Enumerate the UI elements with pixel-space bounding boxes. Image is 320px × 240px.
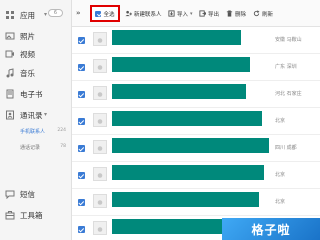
chevron-down-icon: ▾ — [44, 11, 48, 18]
refresh-button[interactable]: 刷新 — [253, 8, 273, 19]
redacted-name — [112, 165, 264, 180]
export-label: 导出 — [208, 11, 220, 18]
row-checkbox[interactable] — [78, 172, 85, 179]
sidebar-subitem-call-log[interactable]: 通话记录 78 — [0, 140, 72, 154]
grid-icon — [5, 10, 15, 20]
sidebar-item-label: 电子书 — [20, 89, 43, 99]
contact-list: 安徽 马鞍山 广东 深圳 河北 石家庄 北京 四川 成都 北京 北京 — [72, 27, 320, 240]
sidebar-item-videos[interactable]: 视频 — [0, 46, 72, 62]
import-label: 导入 — [177, 11, 189, 18]
contact-location: 北京 — [275, 118, 286, 124]
contacts-icon — [5, 110, 15, 120]
app-window: 应用 ▾ 6 照片 视频 音乐 电子书 通讯录 ▾ 手机联系人 224 通话记录… — [0, 0, 320, 240]
ebook-icon — [5, 89, 15, 99]
select-all-button[interactable]: 全选 — [90, 5, 120, 22]
sidebar-item-contacts[interactable]: 通讯录 ▾ — [0, 107, 72, 123]
expand-button[interactable]: » — [76, 9, 81, 17]
table-row[interactable]: 北京 — [72, 108, 320, 135]
sidebar-item-sms[interactable]: 短信 — [0, 186, 72, 202]
video-icon — [5, 49, 15, 59]
contact-location: 四川 成都 — [275, 145, 297, 151]
delete-button[interactable]: 删除 — [226, 8, 246, 19]
sidebar-subitem-phone-contacts[interactable]: 手机联系人 224 — [0, 124, 72, 138]
avatar — [93, 221, 107, 235]
row-checkbox[interactable] — [78, 37, 85, 44]
contact-location: 广东 深圳 — [275, 64, 297, 70]
watermark-logo: 格子啦 — [222, 218, 320, 240]
sms-icon — [5, 189, 15, 199]
sidebar-item-label: 照片 — [20, 31, 35, 41]
contact-location: 北京 — [275, 172, 286, 178]
import-button[interactable]: 导入 ▾ — [168, 8, 193, 19]
new-contact-button[interactable]: 新建联系人 — [125, 8, 162, 19]
redacted-name — [112, 192, 259, 207]
export-button[interactable]: 导出 — [199, 8, 219, 19]
new-contact-label: 新建联系人 — [134, 11, 162, 18]
contact-location: 安徽 马鞍山 — [275, 37, 302, 43]
music-icon — [5, 68, 15, 78]
sidebar-item-label: 视频 — [20, 49, 35, 59]
redacted-name — [112, 111, 262, 126]
chevron-down-icon: ▾ — [44, 111, 48, 118]
avatar — [93, 167, 107, 181]
toolbar: » 全选 新建联系人 导入 ▾ 导出 删除 刷新 — [72, 0, 320, 27]
row-checkbox[interactable] — [78, 118, 85, 125]
refresh-icon — [253, 10, 260, 17]
redacted-name — [112, 138, 269, 153]
sidebar-item-label: 工具箱 — [20, 210, 43, 220]
sidebar-item-toolbox[interactable]: 工具箱 — [0, 207, 72, 223]
row-checkbox[interactable] — [78, 64, 85, 71]
contact-location: 河北 石家庄 — [275, 91, 302, 97]
export-icon — [199, 10, 206, 17]
table-row[interactable]: 四川 成都 — [72, 135, 320, 162]
table-row[interactable]: 北京 — [72, 189, 320, 216]
avatar — [93, 32, 107, 46]
table-row[interactable]: 河北 石家庄 — [72, 81, 320, 108]
contact-location: 北京 — [275, 199, 286, 205]
toolbox-icon — [5, 210, 15, 220]
trash-icon — [226, 10, 233, 17]
row-checkbox[interactable] — [78, 226, 85, 233]
sidebar-item-music[interactable]: 音乐 — [0, 65, 72, 81]
avatar — [93, 194, 107, 208]
avatar — [93, 140, 107, 154]
redacted-name — [112, 84, 246, 99]
row-checkbox[interactable] — [78, 199, 85, 206]
table-row[interactable]: 北京 — [72, 162, 320, 189]
call-log-count: 78 — [60, 144, 66, 149]
import-icon — [168, 10, 175, 17]
chevron-down-icon: ▾ — [190, 10, 193, 17]
avatar — [93, 59, 107, 73]
redacted-name — [112, 30, 241, 45]
sidebar-item-ebooks[interactable]: 电子书 — [0, 86, 72, 102]
sidebar-subitem-label: 手机联系人 — [20, 129, 46, 135]
sidebar-item-label: 通讯录 — [20, 110, 43, 120]
sidebar-item-photos[interactable]: 照片 — [0, 28, 72, 44]
avatar — [93, 86, 107, 100]
refresh-label: 刷新 — [262, 11, 274, 18]
redacted-name — [112, 57, 250, 72]
sidebar-item-label: 应用 — [20, 10, 35, 20]
delete-label: 删除 — [235, 11, 247, 18]
select-all-label: 全选 — [103, 11, 115, 18]
checkbox-icon — [95, 10, 102, 17]
row-checkbox[interactable] — [78, 145, 85, 152]
sidebar-item-label: 短信 — [20, 189, 35, 199]
photo-icon — [5, 31, 15, 41]
sidebar-subitem-label: 通话记录 — [20, 145, 41, 151]
sidebar-item-label: 音乐 — [20, 68, 35, 78]
collapse-toggle[interactable]: 6 — [48, 9, 63, 17]
add-contact-icon — [125, 10, 132, 17]
sidebar: 应用 ▾ 6 照片 视频 音乐 电子书 通讯录 ▾ 手机联系人 224 通话记录… — [0, 0, 72, 240]
table-row[interactable]: 安徽 马鞍山 — [72, 27, 320, 54]
table-row[interactable]: 广东 深圳 — [72, 54, 320, 81]
row-checkbox[interactable] — [78, 91, 85, 98]
avatar — [93, 113, 107, 127]
contact-count: 224 — [57, 128, 66, 133]
